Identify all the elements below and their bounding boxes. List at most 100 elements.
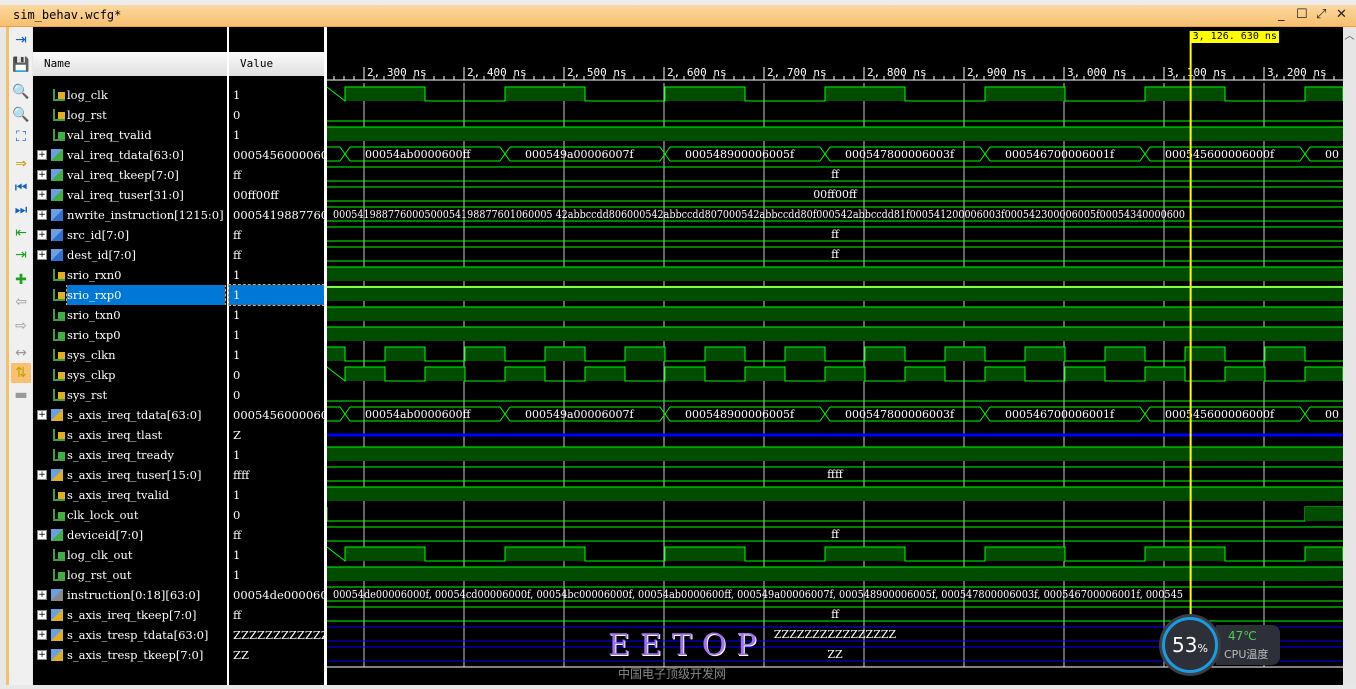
expand-icon[interactable]: + [37, 170, 47, 180]
expand-icon[interactable]: + [37, 250, 47, 260]
signal-row-name[interactable]: s_axis_ireq_tvalid [33, 485, 227, 505]
float-button[interactable]: ⤢ [1316, 7, 1326, 22]
signal-row-name[interactable]: log_clk [33, 85, 227, 105]
clock-high-fill [1305, 87, 1343, 101]
clock-high-fill [905, 367, 945, 381]
expand-icon[interactable]: + [37, 610, 47, 620]
expand-icon[interactable]: + [37, 150, 47, 160]
signal-name: log_clk_out [67, 548, 133, 562]
vertical-scrollbar[interactable]: ︿ [1343, 27, 1356, 685]
clock-high-fill [985, 367, 1025, 381]
expand-icon[interactable]: + [37, 230, 47, 240]
scroll-up-icon[interactable]: ︿ [1343, 27, 1356, 42]
signal-value: 1 [233, 308, 241, 322]
signal-row-name[interactable]: + instruction[0:18][63:0] [33, 585, 227, 605]
bus-signal-icon [51, 649, 63, 661]
waveform-canvas[interactable]: 2, 300 ns 2, 400 ns 2, 500 ns 2, 600 ns 2, 7… [326, 27, 1344, 685]
maximize-button[interactable]: ☐ [1296, 7, 1308, 22]
signal-row-name[interactable]: s_axis_ireq_tready [33, 445, 227, 465]
clock-high-fill [1225, 367, 1265, 381]
clock-high-fill [945, 347, 985, 361]
signal-row-name[interactable]: sys_rst [33, 385, 227, 405]
expand-icon[interactable]: + [37, 210, 47, 220]
signal-row-name[interactable]: + s_axis_tresp_tdata[63:0] [33, 625, 227, 645]
add-marker-icon[interactable]: ✚ [11, 270, 31, 290]
signal-row-name[interactable]: + s_axis_ireq_tuser[15:0] [33, 465, 227, 485]
expand-icon[interactable]: + [37, 630, 47, 640]
next-transition-icon[interactable]: ⇥ [11, 245, 31, 265]
ruler-tick-label: 3, 200 ns [1267, 66, 1327, 79]
bus-value-label: ZZZZZZZZZZZZZZZZ [774, 628, 897, 641]
expand-icon[interactable]: + [37, 470, 47, 480]
go-to-first-icon[interactable]: ⏮ [11, 178, 31, 198]
clock-high-fill [585, 367, 625, 381]
previous-marker-icon[interactable]: ⇦ [11, 292, 31, 312]
save-icon[interactable]: 💾 [11, 55, 31, 75]
goto-cursor-icon[interactable]: ⇥ [11, 30, 31, 50]
clock-high-fill [1145, 547, 1225, 561]
signal-row-name[interactable]: val_ireq_tvalid [33, 125, 227, 145]
clock-high-fill [665, 367, 705, 381]
close-button[interactable]: ✕ [1336, 7, 1347, 22]
bit-signal-icon [53, 429, 65, 441]
bus-value-label: 000549a00006007f [525, 148, 635, 161]
watermark-subtitle: 中国电子顶级开发网 [618, 667, 727, 681]
clock-high-fill [745, 367, 785, 381]
go-to-last-icon[interactable]: ⏭ [11, 200, 31, 220]
previous-transition-icon[interactable]: ⇤ [11, 223, 31, 243]
bus-value-label: ff [831, 168, 840, 181]
expand-icon[interactable]: + [37, 530, 47, 540]
signal-row-name[interactable]: log_rst_out [33, 565, 227, 585]
signal-row-name[interactable]: srio_txn0 [33, 305, 227, 325]
signal-name: instruction[0:18][63:0] [67, 588, 201, 602]
signal-row-name[interactable]: + s_axis_ireq_tkeep[7:0] [33, 605, 227, 625]
minimize-button[interactable]: _ [1278, 7, 1285, 22]
waveform-area[interactable]: 2, 300 ns 2, 400 ns 2, 500 ns 2, 600 ns 2, 7… [326, 27, 1344, 685]
next-marker-icon[interactable]: ⇨ [11, 316, 31, 336]
signal-row-name[interactable]: + nwrite_instruction[1215:0] [33, 205, 227, 225]
bus-value-label: 000549a00006007f [525, 408, 635, 421]
expand-icon[interactable]: + [37, 650, 47, 660]
bus-value-label: 000546700006001f [1005, 148, 1115, 161]
signal-row-name[interactable]: clk_lock_out [33, 505, 227, 525]
cpu-usage-value: 53 [1172, 633, 1198, 657]
signal-row-name[interactable]: sys_clkp [33, 365, 227, 385]
signal-value: 1 [233, 488, 241, 502]
signal-value: 000545600006000 [233, 148, 324, 162]
signal-value: 00ff00ff [233, 188, 279, 202]
signal-value: ff [233, 228, 242, 242]
expand-icon[interactable]: + [37, 190, 47, 200]
clock-high-fill [505, 367, 545, 381]
signal-row-name[interactable]: + deviceid[7:0] [33, 525, 227, 545]
cpu-usage-gauge: 53% [1162, 617, 1218, 673]
signal-row-name[interactable]: + src_id[7:0] [33, 225, 227, 245]
bus-signal-icon [51, 609, 63, 621]
go-to-time-zero-icon[interactable]: ⇒ [11, 154, 31, 174]
signal-row-name[interactable]: s_axis_ireq_tlast [33, 425, 227, 445]
signal-row-name[interactable]: sys_clkn [33, 345, 227, 365]
zoom-out-icon[interactable]: 🔍 [11, 105, 31, 125]
bus-signal-icon [51, 589, 63, 601]
signal-row-name[interactable]: + val_ireq_tdata[63:0] [33, 145, 227, 165]
signal-row-name[interactable]: log_clk_out [33, 545, 227, 565]
zoom-in-icon[interactable]: 🔍 [11, 82, 31, 102]
signal-row-name[interactable]: log_rst [33, 105, 227, 125]
signal-row-name[interactable]: + s_axis_ireq_tdata[63:0] [33, 405, 227, 425]
signal-row-name[interactable]: + s_axis_tresp_tkeep[7:0] [33, 645, 227, 665]
signal-row-name[interactable]: srio_txp0 [33, 325, 227, 345]
cpu-monitor-widget[interactable]: 47℃ CPU温度 53% [1160, 617, 1280, 673]
signal-row-name[interactable]: srio_rxp0 [33, 285, 227, 305]
signal-row-name[interactable]: srio_rxn0 [33, 265, 227, 285]
value-column-header[interactable]: Value [229, 52, 324, 76]
signal-row-name[interactable]: + val_ireq_tuser[31:0] [33, 185, 227, 205]
zoom-fit-icon[interactable]: ⛶ [11, 127, 31, 147]
name-column-header[interactable]: Name [33, 52, 227, 76]
signal-row-name[interactable]: + dest_id[7:0] [33, 245, 227, 265]
snap-to-transition-icon[interactable]: ⇅ [11, 363, 31, 383]
cursor-time-label[interactable]: 3, 126. 630 ns [1190, 31, 1279, 43]
swap-cursors-icon[interactable]: ↔ [11, 343, 31, 363]
signal-row-name[interactable]: + val_ireq_tkeep[7:0] [33, 165, 227, 185]
expand-icon[interactable]: + [37, 410, 47, 420]
floating-ruler-icon[interactable]: ▬ [11, 385, 31, 405]
expand-icon[interactable]: + [37, 590, 47, 600]
